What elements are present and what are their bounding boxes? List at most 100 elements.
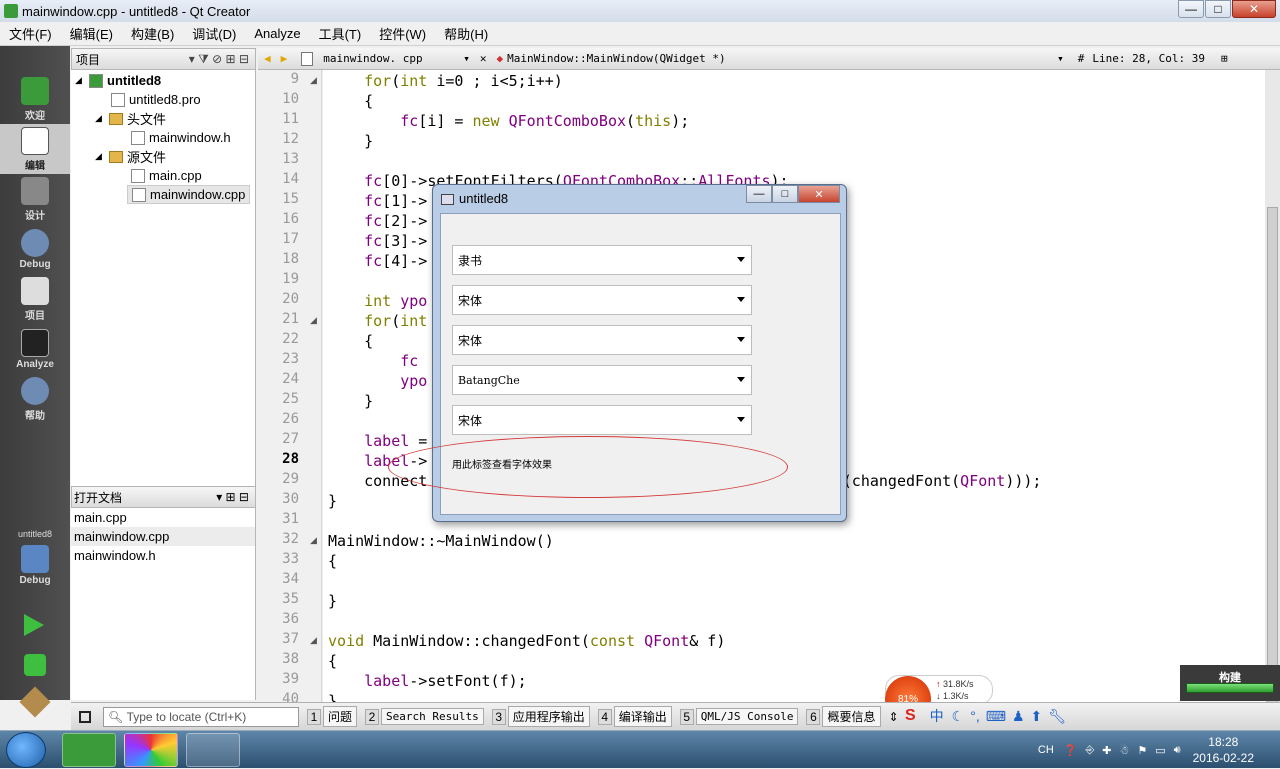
collapse-arrow-icon[interactable]: ◢ — [95, 113, 109, 124]
taskbar-qt-creator[interactable] — [62, 733, 116, 767]
language-indicator[interactable]: CH — [1038, 744, 1054, 756]
mode-projects[interactable]: 项目 — [0, 274, 70, 324]
taskbar-color-app[interactable] — [124, 733, 178, 767]
file-selector[interactable]: mainwindow. cpp — [323, 52, 463, 65]
menu-file[interactable]: 文件(F) — [0, 24, 61, 43]
opendocs-header-label[interactable]: 打开文档 — [74, 489, 122, 506]
output-tab-app-output[interactable]: 3 应用程序输出 — [491, 706, 590, 727]
symbol-selector[interactable]: MainWindow::MainWindow(QWidget *) — [507, 52, 1057, 65]
cursor-position[interactable]: Line: 28, Col: 39 — [1092, 52, 1205, 65]
mode-help[interactable]: 帮助 — [0, 374, 70, 424]
output-tab-general[interactable]: 6 概要信息 — [806, 706, 881, 727]
menu-help[interactable]: 帮助(H) — [435, 24, 497, 43]
tree-file-mainwindow-h[interactable]: mainwindow.h — [131, 128, 231, 147]
opendoc-item[interactable]: mainwindow.cpp — [71, 527, 255, 546]
code-line[interactable]: int ypo — [328, 291, 427, 311]
dialog-maximize-button[interactable]: □ — [772, 185, 798, 203]
menu-debug[interactable]: 调试(D) — [183, 24, 245, 43]
network-app-icon[interactable]: ✚ — [1102, 744, 1111, 757]
updown-icon[interactable]: ⇕ — [889, 710, 899, 724]
tree-file-mainwindow-cpp[interactable]: mainwindow.cpp — [127, 185, 251, 204]
run-icon[interactable] — [24, 614, 44, 636]
clock[interactable]: 18:28 2016-02-22 — [1193, 734, 1254, 766]
close-button[interactable]: ✕ — [1232, 0, 1276, 18]
output-tab-search[interactable]: 2 Search Results — [365, 707, 484, 727]
code-line[interactable]: } — [328, 591, 337, 611]
output-tab-compile[interactable]: 4 编译输出 — [597, 706, 672, 727]
menu-edit[interactable]: 编辑(E) — [61, 24, 122, 43]
dropdown-arrow-icon[interactable] — [737, 297, 745, 302]
mode-debug[interactable]: Debug — [0, 224, 70, 274]
mode-design[interactable]: 设计 — [0, 174, 70, 224]
locator-input[interactable]: 🔍︎ Type to locate (Ctrl+K) — [103, 706, 299, 727]
opendoc-item[interactable]: main.cpp — [71, 508, 255, 527]
keyboard-icon[interactable]: ⌨ — [986, 708, 1006, 725]
tree-project[interactable]: ◢ untitled8 — [75, 71, 161, 90]
font-combo-0[interactable]: 隶书 — [452, 245, 752, 275]
close-document-icon[interactable]: ✕ — [480, 52, 487, 65]
wrench-icon[interactable]: 🔧︎ — [1048, 708, 1066, 725]
code-line[interactable]: { — [328, 91, 373, 111]
code-line[interactable]: fc[i] = new QFontComboBox(this); — [328, 111, 689, 131]
dropdown-arrow-icon[interactable] — [737, 337, 745, 342]
menu-build[interactable]: 构建(B) — [122, 24, 183, 43]
start-button[interactable] — [6, 732, 46, 768]
help-icon[interactable]: ❓ — [1064, 744, 1078, 757]
debug-run-icon[interactable] — [24, 654, 46, 676]
code-line[interactable]: } — [328, 131, 373, 151]
ime-mode[interactable]: 中 — [930, 706, 944, 726]
minimize-button[interactable]: — — [1178, 0, 1204, 18]
punctuation-icon[interactable]: °, — [970, 708, 980, 724]
dropdown-arrow-icon[interactable] — [737, 417, 745, 422]
user-icon[interactable]: ♟ — [1012, 708, 1025, 725]
toggle-sidebar-icon[interactable] — [79, 710, 91, 723]
code-line[interactable]: } — [328, 691, 337, 702]
ime-icon[interactable]: ⎆ — [1085, 744, 1094, 757]
mode-analyze[interactable]: Analyze — [0, 324, 70, 374]
dropdown-arrow-icon[interactable] — [737, 377, 745, 382]
mode-welcome[interactable]: 欢迎 — [0, 74, 70, 124]
code-line[interactable]: label = — [328, 431, 427, 451]
dropdown-arrow-icon[interactable]: ▾ — [1057, 52, 1064, 65]
menu-widgets[interactable]: 控件(W) — [370, 24, 435, 43]
qq-icon[interactable]: ☃ — [1120, 744, 1130, 757]
tree-folder-sources[interactable]: ◢ 源文件 — [95, 147, 166, 166]
output-tab-issues[interactable]: 1 问题 — [307, 706, 358, 727]
tree-file-main-cpp[interactable]: main.cpp — [131, 166, 202, 185]
maximize-button[interactable]: □ — [1205, 0, 1231, 18]
projects-header-label[interactable]: 项目 — [76, 51, 100, 68]
sogou-logo-icon[interactable]: S — [905, 707, 916, 725]
taskbar-untitled8-window[interactable] — [186, 733, 240, 767]
menu-tools[interactable]: 工具(T) — [310, 24, 371, 43]
collapse-arrow-icon[interactable]: ◢ — [95, 151, 109, 162]
code-line[interactable]: MainWindow::~MainWindow() — [328, 531, 554, 551]
collapse-arrow-icon[interactable]: ◢ — [75, 75, 89, 86]
dialog-close-button[interactable]: ✕ — [798, 185, 840, 203]
menu-analyze[interactable]: Analyze — [245, 26, 309, 41]
fold-marker-icon[interactable]: ◢ — [310, 75, 317, 86]
font-combo-2[interactable]: 宋体 — [452, 325, 752, 355]
code-line[interactable]: fc — [328, 351, 418, 371]
flag-icon[interactable]: ⚑ — [1137, 744, 1147, 757]
code-line[interactable]: } — [328, 491, 337, 511]
panel-tools-icons[interactable]: ▾ ⊞ ⊟ — [216, 490, 249, 504]
target-selector[interactable]: Debug — [0, 541, 70, 589]
scrollbar-thumb[interactable] — [1267, 207, 1278, 722]
build-hammer-icon[interactable] — [19, 686, 51, 718]
code-line[interactable]: ypo — [328, 371, 427, 391]
moon-icon[interactable]: ☾ — [952, 708, 965, 725]
font-combo-1[interactable]: 宋体 — [452, 285, 752, 315]
split-icon[interactable]: ⊞ — [1221, 52, 1228, 65]
output-tab-qml-console[interactable]: 5 QML/JS Console — [679, 707, 799, 727]
fold-marker-icon[interactable]: ◢ — [310, 535, 317, 546]
code-line[interactable]: { — [328, 331, 373, 351]
mode-edit[interactable]: 编辑 — [0, 124, 70, 174]
back-arrow-icon[interactable]: ◀ — [264, 52, 271, 65]
code-line[interactable]: void MainWindow::changedFont(const QFont… — [328, 631, 725, 651]
font-combo-4[interactable]: 宋体 — [452, 405, 752, 435]
shirt-icon[interactable]: ⬆ — [1031, 708, 1043, 725]
code-line[interactable]: for(int — [328, 311, 427, 331]
font-combo-3[interactable]: BatangChe — [452, 365, 752, 395]
code-line[interactable]: { — [328, 551, 337, 571]
fold-marker-icon[interactable]: ◢ — [310, 635, 317, 646]
